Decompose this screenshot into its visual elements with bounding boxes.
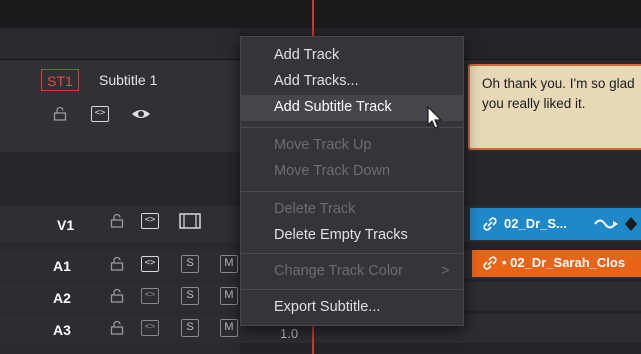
- menu-item-label: Delete Track: [274, 201, 356, 217]
- menu-item-change-track-color: Change Track Color >: [241, 259, 463, 285]
- menu-item-add-tracks[interactable]: Add Tracks...: [241, 69, 463, 95]
- auto-track-select-icon[interactable]: <>: [141, 288, 159, 304]
- subtitle-track-badge[interactable]: ST1: [41, 69, 79, 91]
- audio-level-value: 1.0: [280, 326, 299, 341]
- solo-button[interactable]: S: [181, 287, 199, 305]
- lock-icon[interactable]: [110, 321, 124, 335]
- submenu-chevron-icon: >: [441, 263, 450, 279]
- menu-item-delete-track: Delete Track: [241, 197, 463, 223]
- menu-item-label: Move Track Up: [274, 137, 372, 153]
- menu-item-move-track-up: Move Track Up: [241, 133, 463, 159]
- auto-track-select-icon[interactable]: <>: [141, 320, 159, 336]
- link-icon: [483, 256, 497, 270]
- film-icon[interactable]: [179, 213, 201, 229]
- lock-icon[interactable]: [110, 214, 124, 228]
- menu-item-label: Move Track Down: [274, 163, 391, 179]
- menu-item-label: Change Track Color: [274, 263, 403, 279]
- video-clip[interactable]: 02_Dr_S...: [470, 208, 641, 240]
- track-label-a2: A2: [53, 290, 71, 306]
- menu-item-label: Add Subtitle Track: [274, 99, 392, 115]
- auto-track-select-icon[interactable]: <>: [141, 213, 159, 229]
- menu-item-move-track-down: Move Track Down: [241, 159, 463, 185]
- menu-separator: [241, 253, 463, 254]
- video-clip-name: 02_Dr_S...: [504, 216, 567, 231]
- mouse-cursor-icon: [427, 106, 443, 129]
- menu-separator: [241, 191, 463, 192]
- subtitle-clip[interactable]: Oh thank you. I'm so glad you really lik…: [468, 64, 641, 150]
- mute-button[interactable]: M: [220, 319, 238, 337]
- menu-separator: [241, 289, 463, 290]
- mute-button[interactable]: M: [220, 287, 238, 305]
- audio-clip-name: • 02_Dr_Sarah_Clos: [502, 255, 626, 270]
- lock-icon[interactable]: [110, 289, 124, 303]
- auto-track-select-icon[interactable]: <>: [91, 106, 109, 122]
- timeline-ruler[interactable]: [0, 0, 641, 28]
- subtitle-clip-text: Oh thank you. I'm so glad you really lik…: [482, 76, 635, 111]
- menu-item-label: Add Track: [274, 47, 340, 63]
- lock-icon[interactable]: [53, 107, 67, 121]
- mute-button[interactable]: M: [220, 255, 238, 273]
- transform-icon: [594, 219, 618, 229]
- solo-button[interactable]: S: [181, 319, 199, 337]
- track-label-a1: A1: [53, 258, 71, 274]
- context-menu: Add Track Add Tracks... Add Subtitle Tra…: [240, 36, 464, 326]
- menu-item-label: Delete Empty Tracks: [274, 227, 408, 243]
- solo-button[interactable]: S: [181, 255, 199, 273]
- subtitle-track-name[interactable]: Subtitle 1: [99, 72, 157, 88]
- track-label-v1: V1: [57, 217, 75, 233]
- menu-item-label: Add Tracks...: [274, 73, 359, 89]
- menu-item-export-subtitle[interactable]: Export Subtitle...: [241, 295, 463, 321]
- menu-item-add-track[interactable]: Add Track: [241, 43, 463, 69]
- keyframe-icon: [625, 217, 637, 231]
- link-icon: [483, 217, 497, 231]
- menu-item-delete-empty-tracks[interactable]: Delete Empty Tracks: [241, 223, 463, 249]
- eye-icon[interactable]: [131, 106, 151, 122]
- auto-track-select-icon[interactable]: <>: [141, 256, 159, 272]
- menu-item-label: Export Subtitle...: [274, 299, 381, 315]
- lock-icon[interactable]: [110, 257, 124, 271]
- audio-clip[interactable]: • 02_Dr_Sarah_Clos: [472, 250, 641, 277]
- track-label-a3: A3: [53, 322, 71, 338]
